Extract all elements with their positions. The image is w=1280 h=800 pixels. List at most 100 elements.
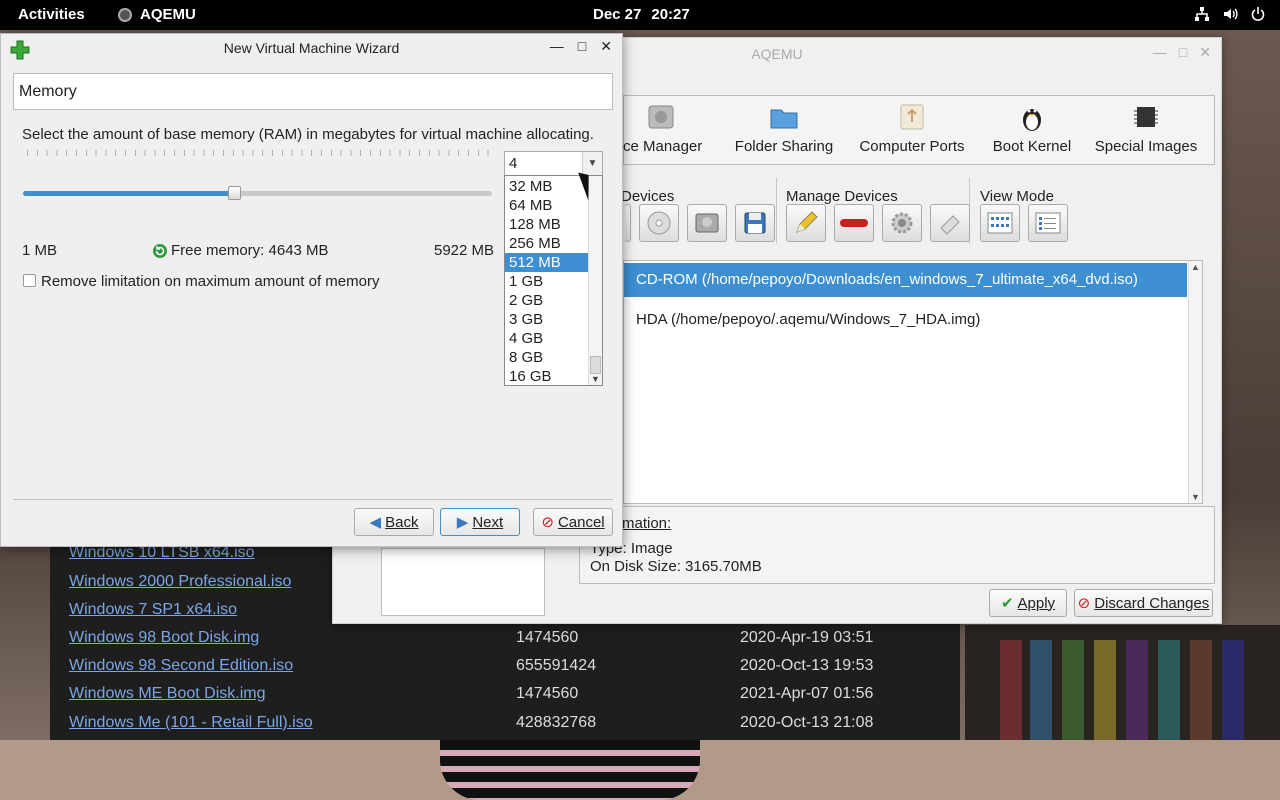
scroll-up-icon[interactable]: ▲: [1191, 262, 1200, 272]
folder-icon: [770, 109, 798, 129]
icon-view-button[interactable]: [980, 204, 1020, 242]
minimize-icon[interactable]: —: [550, 38, 564, 55]
dropdown-option[interactable]: 64 MB: [505, 196, 589, 215]
app-icon: [118, 7, 132, 22]
toolbar-label: Special Images: [1094, 138, 1198, 155]
edit-device-button[interactable]: [786, 204, 826, 242]
scroll-thumb[interactable]: [590, 356, 601, 374]
file-name-link[interactable]: Windows 7 SP1 x64.iso: [69, 601, 237, 619]
list-view-button[interactable]: [1028, 204, 1068, 242]
toolbar-label: Boot Kernel: [992, 138, 1072, 155]
dialog-window-controls: — □ ✕: [550, 38, 612, 55]
file-row[interactable]: Windows ME Boot Disk.img 1474560 2021-Ap…: [50, 685, 960, 713]
remove-limit-label[interactable]: Remove limitation on maximum amount of m…: [41, 273, 379, 290]
apply-button[interactable]: ✔ Apply: [989, 589, 1067, 617]
file-size: 1474560: [516, 629, 579, 646]
background-book: [1062, 640, 1084, 740]
dropdown-option[interactable]: 2 GB: [505, 291, 589, 310]
back-label: Back: [385, 513, 419, 531]
toolbar-special-images[interactable]: Special Images: [1086, 102, 1206, 155]
memory-slider[interactable]: [23, 191, 492, 196]
list-icon: [1035, 212, 1061, 234]
divider: [13, 499, 613, 500]
device-button[interactable]: [625, 204, 631, 242]
back-button[interactable]: ◀ Back: [354, 508, 434, 536]
system-tray[interactable]: [1194, 6, 1266, 25]
dropdown-option[interactable]: 16 GB: [505, 367, 589, 386]
file-name-link[interactable]: Windows ME Boot Disk.img: [69, 685, 266, 703]
apply-label: Apply: [1017, 594, 1056, 612]
refresh-icon[interactable]: [152, 243, 168, 259]
dropdown-option[interactable]: 8 GB: [505, 348, 589, 367]
device-item-hda[interactable]: HDA (/home/pepoyo/.aqemu/Windows_7_HDA.i…: [624, 303, 1187, 337]
arrow-left-icon: ◀: [369, 514, 382, 531]
cdrom-button[interactable]: [639, 204, 679, 242]
remove-limit-checkbox[interactable]: [23, 274, 36, 287]
remove-device-button[interactable]: [834, 204, 874, 242]
toolbar-folder-sharing[interactable]: Folder Sharing: [729, 102, 839, 155]
maximize-icon[interactable]: □: [1179, 44, 1187, 61]
close-icon[interactable]: ✕: [600, 38, 612, 55]
device-properties-button[interactable]: [882, 204, 922, 242]
minimize-icon[interactable]: —: [1153, 44, 1167, 61]
file-size: 655591424: [516, 657, 597, 674]
eraser-icon: [940, 215, 960, 235]
next-button[interactable]: ▶ Next: [440, 508, 520, 536]
clock[interactable]: Dec 27 20:27: [593, 6, 700, 23]
dropdown-option[interactable]: 4 GB: [505, 329, 589, 348]
toolbar-device-manager[interactable]: ice Manager: [616, 102, 706, 155]
dropdown-scrollbar[interactable]: ▼: [588, 176, 602, 385]
toolbar-label: Computer Ports: [859, 138, 965, 155]
file-name-link[interactable]: Windows 2000 Professional.iso: [69, 573, 291, 591]
file-size: 428832768: [516, 714, 597, 731]
activities-button[interactable]: Activities: [18, 6, 85, 23]
file-name-link[interactable]: Windows 98 Boot Disk.img: [69, 629, 259, 647]
clear-device-button[interactable]: [930, 204, 970, 242]
tux-icon: [1023, 109, 1041, 131]
memory-size-dropdown: 32 MB 64 MB 128 MB 256 MB 512 MB 1 GB 2 …: [504, 175, 603, 386]
dropdown-option[interactable]: 128 MB: [505, 215, 589, 234]
dropdown-option[interactable]: 3 GB: [505, 310, 589, 329]
clock-time: 20:27: [651, 6, 690, 23]
new-vm-wizard-dialog: New Virtual Machine Wizard — □ ✕ Memory …: [0, 33, 623, 547]
toolbar-computer-ports[interactable]: Computer Ports: [852, 102, 972, 155]
device-information: mation: Type: Image On Disk Size: 3165.7…: [579, 506, 1215, 584]
background-book: [1000, 640, 1022, 740]
device-list-scrollbar[interactable]: ▲ ▼: [1188, 261, 1202, 503]
dropdown-option-selected[interactable]: 512 MB: [505, 253, 589, 272]
volume-icon: [1222, 6, 1238, 25]
gear-icon: [891, 212, 913, 234]
dropdown-option[interactable]: 1 GB: [505, 272, 589, 291]
file-date: 2020-Oct-13 19:53: [740, 657, 874, 674]
device-item-cdrom[interactable]: CD-ROM (/home/pepoyo/Downloads/en_window…: [624, 263, 1187, 297]
info-heading: mation:: [622, 515, 672, 532]
view-mode-label: View Mode: [980, 188, 1054, 205]
clock-date: Dec 27: [593, 6, 642, 23]
cancel-button[interactable]: ⊘ Cancel: [533, 508, 613, 536]
dropdown-option[interactable]: 32 MB: [505, 177, 589, 196]
background-book: [1190, 640, 1212, 740]
toolbar-boot-kernel[interactable]: Boot Kernel: [982, 102, 1082, 155]
close-icon[interactable]: ✕: [1199, 44, 1211, 61]
scroll-down-icon[interactable]: ▼: [591, 374, 600, 384]
discard-changes-button[interactable]: ⊘ Discard Changes: [1074, 589, 1213, 617]
slider-handle[interactable]: [228, 186, 242, 200]
memory-size-value: 4: [509, 155, 518, 172]
harddisk-button[interactable]: [687, 204, 727, 242]
scroll-down-icon[interactable]: ▼: [1191, 492, 1200, 502]
pencil-icon: [796, 211, 818, 233]
dropdown-option[interactable]: 256 MB: [505, 234, 589, 253]
devices-section-label: Devices: [621, 188, 675, 205]
maximize-icon[interactable]: □: [578, 38, 586, 55]
file-row[interactable]: Windows 98 Second Edition.iso 655591424 …: [50, 657, 960, 685]
manage-device-buttons: [786, 204, 970, 242]
wizard-page-title: Memory: [13, 73, 613, 110]
file-name-link[interactable]: Windows Me (101 - Retail Full).iso: [69, 714, 313, 732]
free-memory-text: Free memory: 4643 MB: [171, 242, 329, 259]
floppy-button[interactable]: [735, 204, 775, 242]
memory-size-combo[interactable]: 4 ▼: [504, 151, 603, 176]
app-menu[interactable]: AQEMU: [118, 6, 196, 23]
file-row[interactable]: Windows 98 Boot Disk.img 1474560 2020-Ap…: [50, 629, 960, 657]
file-row[interactable]: Windows Me (101 - Retail Full).iso 42883…: [50, 714, 960, 742]
file-name-link[interactable]: Windows 98 Second Edition.iso: [69, 657, 293, 675]
